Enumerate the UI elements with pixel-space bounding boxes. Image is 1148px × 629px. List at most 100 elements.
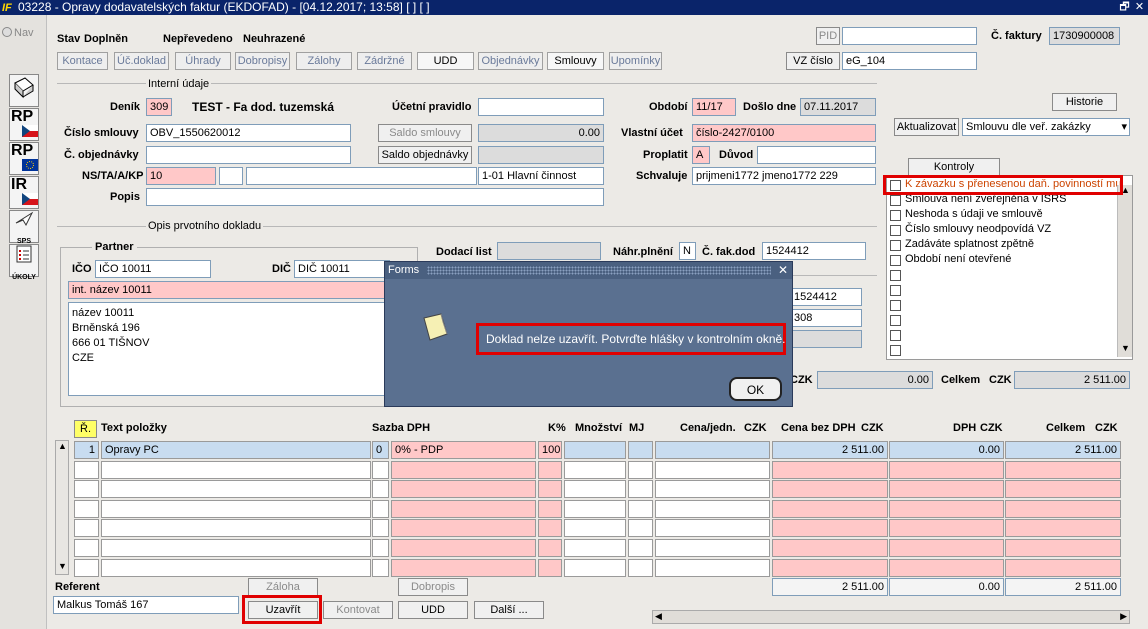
- ta-field[interactable]: [219, 167, 243, 185]
- scroll-down-icon[interactable]: ▼: [1121, 343, 1130, 353]
- tab-smlouvy[interactable]: Smlouvy: [547, 52, 604, 70]
- kontrola-checkbox[interactable]: [890, 330, 901, 341]
- row-number-button[interactable]: Ř.: [74, 420, 97, 438]
- sps-button[interactable]: SPS: [9, 210, 39, 245]
- popis-field[interactable]: [146, 188, 604, 206]
- grid-cell-bez[interactable]: [772, 500, 888, 518]
- nahr-plneni-field[interactable]: N: [679, 242, 696, 260]
- grid-cell-text[interactable]: [101, 480, 371, 498]
- grid-scrollbar[interactable]: ▲ ▼: [55, 440, 69, 575]
- grid-cell-bez[interactable]: 2 511.00: [772, 441, 888, 459]
- ukoly-button[interactable]: ÚKOLY: [9, 244, 39, 281]
- grid-cell-cena[interactable]: [655, 500, 770, 518]
- grid-cell-sazba_name[interactable]: [391, 500, 536, 518]
- saldo-objednavky-field[interactable]: [478, 146, 604, 164]
- scroll-left-icon[interactable]: ◀: [655, 611, 662, 622]
- kontrola-checkbox[interactable]: [890, 285, 901, 296]
- dodaci-list-field[interactable]: [497, 242, 601, 260]
- grid-cell-r[interactable]: 1: [74, 441, 99, 459]
- scroll-right-icon[interactable]: ▶: [1120, 611, 1127, 622]
- grid-cell-sazba_name[interactable]: [391, 539, 536, 557]
- grid-cell-sazba[interactable]: [372, 519, 389, 537]
- grid-cell-bez[interactable]: [772, 559, 888, 577]
- grid-cell-cena[interactable]: [655, 539, 770, 557]
- grid-cell-k[interactable]: [538, 559, 562, 577]
- grid-cell-mj[interactable]: [628, 519, 653, 537]
- vz-cislo-field[interactable]: eG_104: [842, 52, 977, 70]
- dalsi-button[interactable]: Další ...: [474, 601, 544, 619]
- schvaluje-field[interactable]: prijmeni1772 jmeno1772 229: [692, 167, 876, 185]
- aktualizovat-button[interactable]: Aktualizovat: [894, 118, 959, 136]
- total-bez-field[interactable]: 2 511.00: [772, 578, 888, 596]
- grid-cell-mj[interactable]: [628, 480, 653, 498]
- restore-icon[interactable]: 🗗: [1118, 1, 1131, 13]
- grid-cell-sazba[interactable]: [372, 539, 389, 557]
- close-icon[interactable]: ✕: [1133, 1, 1146, 13]
- grid-cell-cena[interactable]: [655, 480, 770, 498]
- grid-cell-mnozstvi[interactable]: [564, 519, 626, 537]
- total-dph-grid-field[interactable]: 0.00: [889, 578, 1004, 596]
- grid-cell-bez[interactable]: [772, 519, 888, 537]
- kontrola-checkbox[interactable]: [890, 300, 901, 311]
- grid-cell-r[interactable]: [74, 539, 99, 557]
- grid-cell-sazba[interactable]: [372, 559, 389, 577]
- grid-cell-sazba_name[interactable]: 0% - PDP: [391, 441, 536, 459]
- pid-button[interactable]: PID: [816, 27, 840, 45]
- cislo-smlouvy-field[interactable]: OBV_1550620012: [146, 124, 351, 142]
- tab-udd[interactable]: UDD: [417, 52, 474, 70]
- vs-field[interactable]: 1524412: [790, 288, 862, 306]
- grid-cell-celkem[interactable]: [1005, 559, 1121, 577]
- scroll-up-icon[interactable]: ▲: [1121, 185, 1130, 195]
- dic-field[interactable]: DIČ 10011: [294, 260, 390, 278]
- ns-field[interactable]: 10: [146, 167, 216, 185]
- grid-cell-sazba_name[interactable]: [391, 480, 536, 498]
- dialog-ok-button[interactable]: OK: [729, 377, 782, 401]
- grid-cell-bez[interactable]: [772, 461, 888, 479]
- ucetni-pravidlo-field[interactable]: [478, 98, 604, 116]
- vz-cislo-button[interactable]: VZ číslo: [786, 52, 840, 70]
- kontrola-checkbox[interactable]: [890, 345, 901, 356]
- grid-cell-mnozstvi[interactable]: [564, 441, 626, 459]
- grid-cell-sazba[interactable]: [372, 480, 389, 498]
- int-nazev-field[interactable]: int. název 10011: [68, 281, 388, 299]
- obdobi-field[interactable]: 11/17: [692, 98, 736, 116]
- grid-cell-cena[interactable]: [655, 441, 770, 459]
- grid-cell-text[interactable]: [101, 500, 371, 518]
- grid-cell-cena[interactable]: [655, 461, 770, 479]
- grid-cell-r[interactable]: [74, 461, 99, 479]
- total-celkem-field[interactable]: 2 511.00: [1005, 578, 1121, 596]
- grid-cell-k[interactable]: [538, 519, 562, 537]
- grid-cell-mj[interactable]: [628, 461, 653, 479]
- grid-cell-mnozstvi[interactable]: [564, 461, 626, 479]
- grid-cell-sazba_name[interactable]: [391, 461, 536, 479]
- kontrola-checkbox[interactable]: [890, 225, 901, 236]
- grid-cell-mj[interactable]: [628, 441, 653, 459]
- grid-cell-sazba[interactable]: [372, 500, 389, 518]
- grid-cell-cena[interactable]: [655, 519, 770, 537]
- kontrola-checkbox[interactable]: [890, 195, 901, 206]
- grid-cell-sazba_name[interactable]: [391, 519, 536, 537]
- grid-cell-dph[interactable]: [889, 480, 1004, 498]
- grid-cell-dph[interactable]: [889, 559, 1004, 577]
- grid-cell-mj[interactable]: [628, 559, 653, 577]
- grid-cell-bez[interactable]: [772, 539, 888, 557]
- grid-cell-mj[interactable]: [628, 539, 653, 557]
- kp-field[interactable]: 1-01 Hlavní činnost: [478, 167, 604, 185]
- pid-field[interactable]: [842, 27, 977, 45]
- grid-cell-k[interactable]: [538, 539, 562, 557]
- grid-cell-sazba[interactable]: [372, 461, 389, 479]
- tab-uhrady[interactable]: Úhrady: [175, 52, 231, 70]
- grid-cell-sazba[interactable]: 0: [372, 441, 389, 459]
- dobropis-button[interactable]: Dobropis: [398, 578, 468, 596]
- tab-dobropisy[interactable]: Dobropisy: [235, 52, 290, 70]
- saldo-smlouvy-button[interactable]: Saldo smlouvy: [378, 124, 472, 142]
- grid-cell-mnozstvi[interactable]: [564, 500, 626, 518]
- grid-cell-celkem[interactable]: 2 511.00: [1005, 441, 1121, 459]
- kontroly-button[interactable]: Kontroly: [908, 158, 1000, 176]
- grid-cell-mj[interactable]: [628, 500, 653, 518]
- grid-cell-k[interactable]: [538, 500, 562, 518]
- tab-zadrzne[interactable]: Zádržné: [357, 52, 412, 70]
- cislo-fak-dod-field[interactable]: 1524412: [762, 242, 866, 260]
- kontrola-checkbox[interactable]: [890, 240, 901, 251]
- grid-cell-r[interactable]: [74, 500, 99, 518]
